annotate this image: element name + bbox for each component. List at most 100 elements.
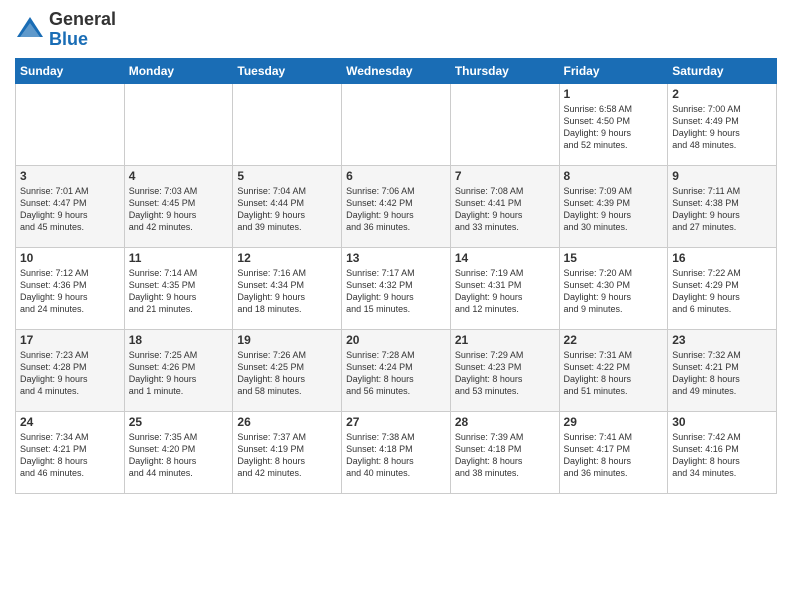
day-number-21: 21 xyxy=(455,333,555,347)
day-content-29: Sunrise: 7:41 AM Sunset: 4:17 PM Dayligh… xyxy=(564,431,664,480)
day-cell-28: 28 Sunrise: 7:39 AM Sunset: 4:18 PM Dayli… xyxy=(450,411,559,493)
day-cell-25: 25Sunrise: 7:35 AM Sunset: 4:20 PM Dayli… xyxy=(124,411,233,493)
empty-cell xyxy=(342,83,451,165)
day-number-28: 28 xyxy=(455,415,555,429)
day-number-4: 4 xyxy=(129,169,229,183)
day-content-30: Sunrise: 7:42 AM Sunset: 4:16 PM Dayligh… xyxy=(672,431,772,480)
day-number-9: 9 xyxy=(672,169,772,183)
week-row-1: 1Sunrise: 6:58 AM Sunset: 4:50 PM Daylig… xyxy=(16,83,777,165)
day-number-1: 1 xyxy=(564,87,664,101)
empty-cell xyxy=(124,83,233,165)
day-content-11: Sunrise: 7:14 AM Sunset: 4:35 PM Dayligh… xyxy=(129,267,229,316)
day-cell-2: 2 Sunrise: 7:00 AM Sunset: 4:49 PM Daylig… xyxy=(668,83,777,165)
day-content-26: Sunrise: 7:37 AM Sunset: 4:19 PM Dayligh… xyxy=(237,431,337,480)
day-number-15: 15 xyxy=(564,251,664,265)
day-cell-3: 3 Sunrise: 7:01 AM Sunset: 4:47 PM Daylig… xyxy=(16,165,125,247)
day-cell-6: 6 Sunrise: 7:06 AM Sunset: 4:42 PM Daylig… xyxy=(342,165,451,247)
day-content-10: Sunrise: 7:12 AM Sunset: 4:36 PM Dayligh… xyxy=(20,267,120,316)
day-cell-1: 1Sunrise: 6:58 AM Sunset: 4:50 PM Daylig… xyxy=(559,83,668,165)
day-number-30: 30 xyxy=(672,415,772,429)
day-number-5: 5 xyxy=(237,169,337,183)
day-content-7: Sunrise: 7:08 AM Sunset: 4:41 PM Dayligh… xyxy=(455,185,555,234)
day-content-2: Sunrise: 7:00 AM Sunset: 4:49 PM Dayligh… xyxy=(672,103,772,152)
day-number-19: 19 xyxy=(237,333,337,347)
week-row-3: 10 Sunrise: 7:12 AM Sunset: 4:36 PM Dayli… xyxy=(16,247,777,329)
day-cell-23: 23 Sunrise: 7:32 AM Sunset: 4:21 PM Dayli… xyxy=(668,329,777,411)
day-cell-7: 7 Sunrise: 7:08 AM Sunset: 4:41 PM Daylig… xyxy=(450,165,559,247)
day-content-20: Sunrise: 7:28 AM Sunset: 4:24 PM Dayligh… xyxy=(346,349,446,398)
day-content-9: Sunrise: 7:11 AM Sunset: 4:38 PM Dayligh… xyxy=(672,185,772,234)
day-number-8: 8 xyxy=(564,169,664,183)
day-content-22: Sunrise: 7:31 AM Sunset: 4:22 PM Dayligh… xyxy=(564,349,664,398)
week-row-2: 3 Sunrise: 7:01 AM Sunset: 4:47 PM Daylig… xyxy=(16,165,777,247)
empty-cell xyxy=(233,83,342,165)
page: General Blue SundayMondayTuesdayWednesda… xyxy=(0,0,792,612)
logo-blue: Blue xyxy=(49,29,88,49)
day-cell-10: 10 Sunrise: 7:12 AM Sunset: 4:36 PM Dayli… xyxy=(16,247,125,329)
weekday-header-friday: Friday xyxy=(559,58,668,83)
day-content-16: Sunrise: 7:22 AM Sunset: 4:29 PM Dayligh… xyxy=(672,267,772,316)
logo: General Blue xyxy=(15,10,116,50)
day-content-12: Sunrise: 7:16 AM Sunset: 4:34 PM Dayligh… xyxy=(237,267,337,316)
weekday-header-row: SundayMondayTuesdayWednesdayThursdayFrid… xyxy=(16,58,777,83)
empty-cell xyxy=(16,83,125,165)
logo-icon xyxy=(15,15,45,45)
day-cell-20: 20 Sunrise: 7:28 AM Sunset: 4:24 PM Dayli… xyxy=(342,329,451,411)
day-cell-9: 9 Sunrise: 7:11 AM Sunset: 4:38 PM Daylig… xyxy=(668,165,777,247)
day-number-23: 23 xyxy=(672,333,772,347)
logo-text: General Blue xyxy=(49,10,116,50)
day-number-13: 13 xyxy=(346,251,446,265)
day-cell-14: 14 Sunrise: 7:19 AM Sunset: 4:31 PM Dayli… xyxy=(450,247,559,329)
calendar: SundayMondayTuesdayWednesdayThursdayFrid… xyxy=(15,58,777,494)
day-content-25: Sunrise: 7:35 AM Sunset: 4:20 PM Dayligh… xyxy=(129,431,229,480)
weekday-header-sunday: Sunday xyxy=(16,58,125,83)
day-number-6: 6 xyxy=(346,169,446,183)
day-number-27: 27 xyxy=(346,415,446,429)
day-number-3: 3 xyxy=(20,169,120,183)
day-cell-15: 15 Sunrise: 7:20 AM Sunset: 4:30 PM Dayli… xyxy=(559,247,668,329)
day-number-12: 12 xyxy=(237,251,337,265)
day-content-17: Sunrise: 7:23 AM Sunset: 4:28 PM Dayligh… xyxy=(20,349,120,398)
day-content-19: Sunrise: 7:26 AM Sunset: 4:25 PM Dayligh… xyxy=(237,349,337,398)
day-content-24: Sunrise: 7:34 AM Sunset: 4:21 PM Dayligh… xyxy=(20,431,120,480)
day-cell-24: 24 Sunrise: 7:34 AM Sunset: 4:21 PM Dayli… xyxy=(16,411,125,493)
weekday-header-saturday: Saturday xyxy=(668,58,777,83)
day-content-23: Sunrise: 7:32 AM Sunset: 4:21 PM Dayligh… xyxy=(672,349,772,398)
header: General Blue xyxy=(15,10,777,50)
day-cell-19: 19 Sunrise: 7:26 AM Sunset: 4:25 PM Dayli… xyxy=(233,329,342,411)
day-number-24: 24 xyxy=(20,415,120,429)
day-cell-21: 21 Sunrise: 7:29 AM Sunset: 4:23 PM Dayli… xyxy=(450,329,559,411)
day-number-10: 10 xyxy=(20,251,120,265)
day-cell-11: 11Sunrise: 7:14 AM Sunset: 4:35 PM Dayli… xyxy=(124,247,233,329)
day-cell-12: 12 Sunrise: 7:16 AM Sunset: 4:34 PM Dayli… xyxy=(233,247,342,329)
weekday-header-thursday: Thursday xyxy=(450,58,559,83)
day-cell-29: 29Sunrise: 7:41 AM Sunset: 4:17 PM Dayli… xyxy=(559,411,668,493)
day-cell-26: 26Sunrise: 7:37 AM Sunset: 4:19 PM Dayli… xyxy=(233,411,342,493)
day-cell-4: 4 Sunrise: 7:03 AM Sunset: 4:45 PM Daylig… xyxy=(124,165,233,247)
day-number-14: 14 xyxy=(455,251,555,265)
day-content-3: Sunrise: 7:01 AM Sunset: 4:47 PM Dayligh… xyxy=(20,185,120,234)
day-content-15: Sunrise: 7:20 AM Sunset: 4:30 PM Dayligh… xyxy=(564,267,664,316)
day-number-17: 17 xyxy=(20,333,120,347)
day-content-4: Sunrise: 7:03 AM Sunset: 4:45 PM Dayligh… xyxy=(129,185,229,234)
empty-cell xyxy=(450,83,559,165)
day-number-7: 7 xyxy=(455,169,555,183)
day-content-21: Sunrise: 7:29 AM Sunset: 4:23 PM Dayligh… xyxy=(455,349,555,398)
day-content-28: Sunrise: 7:39 AM Sunset: 4:18 PM Dayligh… xyxy=(455,431,555,480)
day-content-13: Sunrise: 7:17 AM Sunset: 4:32 PM Dayligh… xyxy=(346,267,446,316)
day-cell-22: 22 Sunrise: 7:31 AM Sunset: 4:22 PM Dayli… xyxy=(559,329,668,411)
week-row-4: 17 Sunrise: 7:23 AM Sunset: 4:28 PM Dayli… xyxy=(16,329,777,411)
weekday-header-monday: Monday xyxy=(124,58,233,83)
day-number-2: 2 xyxy=(672,87,772,101)
day-number-20: 20 xyxy=(346,333,446,347)
week-row-5: 24 Sunrise: 7:34 AM Sunset: 4:21 PM Dayli… xyxy=(16,411,777,493)
day-content-8: Sunrise: 7:09 AM Sunset: 4:39 PM Dayligh… xyxy=(564,185,664,234)
day-cell-27: 27Sunrise: 7:38 AM Sunset: 4:18 PM Dayli… xyxy=(342,411,451,493)
logo-general: General xyxy=(49,9,116,29)
day-content-5: Sunrise: 7:04 AM Sunset: 4:44 PM Dayligh… xyxy=(237,185,337,234)
day-cell-18: 18Sunrise: 7:25 AM Sunset: 4:26 PM Dayli… xyxy=(124,329,233,411)
day-number-16: 16 xyxy=(672,251,772,265)
day-number-22: 22 xyxy=(564,333,664,347)
day-content-6: Sunrise: 7:06 AM Sunset: 4:42 PM Dayligh… xyxy=(346,185,446,234)
day-content-14: Sunrise: 7:19 AM Sunset: 4:31 PM Dayligh… xyxy=(455,267,555,316)
